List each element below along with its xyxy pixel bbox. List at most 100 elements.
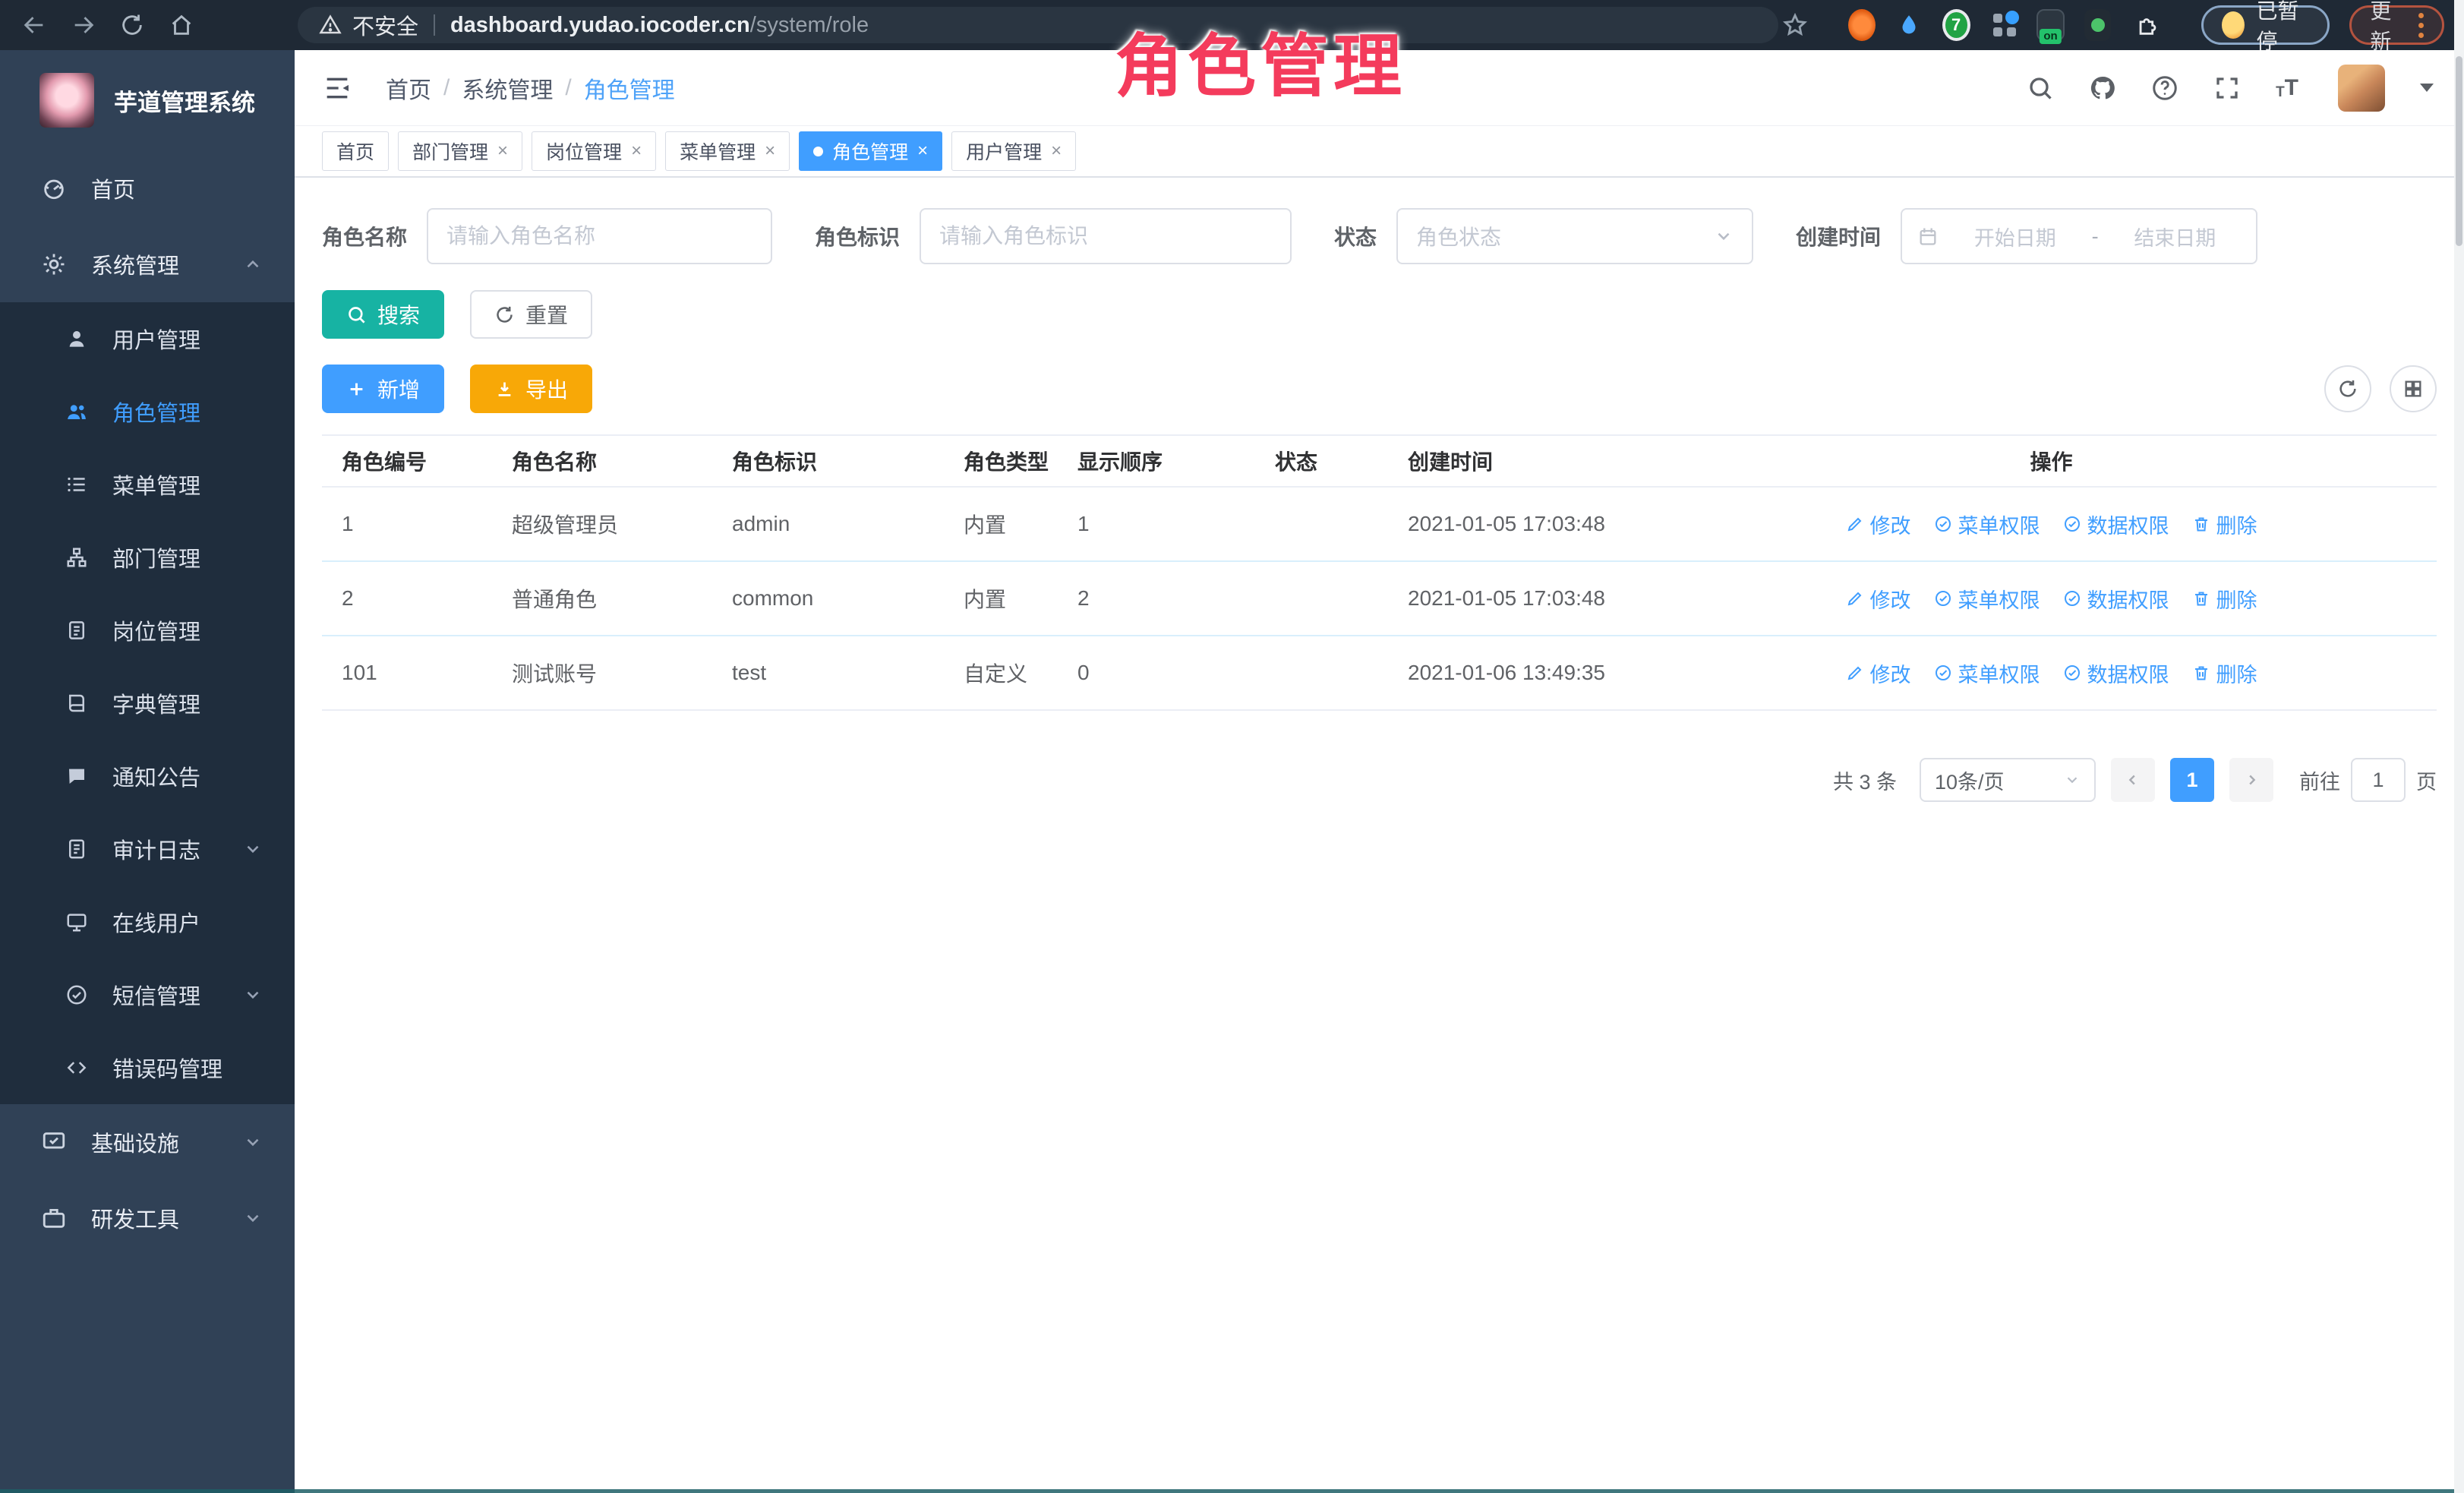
page-number-1[interactable]: 1 <box>2170 758 2214 802</box>
role-name-input[interactable] <box>427 208 772 264</box>
edit-action[interactable]: 修改 <box>1846 658 1911 688</box>
sidebar-item-sms-mgmt[interactable]: 短信管理 <box>0 958 295 1031</box>
goto-page-input[interactable] <box>2351 758 2406 802</box>
bottom-edge-strip <box>0 1489 2464 1493</box>
export-button[interactable]: 导出 <box>470 365 592 413</box>
url-path: /system/role <box>750 13 869 38</box>
goto-label: 前往 <box>2299 765 2340 795</box>
close-icon[interactable]: × <box>497 142 508 160</box>
sidebar-item-dict-mgmt[interactable]: 字典管理 <box>0 667 295 740</box>
menu-permission-action[interactable]: 菜单权限 <box>1934 510 2040 539</box>
tab-label: 部门管理 <box>412 137 488 165</box>
close-icon[interactable]: × <box>765 142 775 160</box>
end-date-placeholder[interactable]: 结束日期 <box>2109 222 2242 251</box>
sidebar-item-post-mgmt[interactable]: 岗位管理 <box>0 594 295 667</box>
reset-button[interactable]: 重置 <box>470 290 592 339</box>
sidebar-item-infra[interactable]: 基础设施 <box>0 1104 295 1180</box>
cell-sort: 0 <box>1077 661 1275 685</box>
sidebar-item-notice[interactable]: 通知公告 <box>0 740 295 813</box>
tab-user[interactable]: 用户管理× <box>951 131 1076 171</box>
sidebar-item-label: 字典管理 <box>112 687 200 719</box>
app-logo-image <box>39 73 94 128</box>
tab-label: 岗位管理 <box>546 137 622 165</box>
extension-icon-on-badge[interactable]: on <box>2037 9 2064 41</box>
breadcrumb-home[interactable]: 首页 <box>386 71 431 105</box>
extension-icon-droplet[interactable] <box>1895 9 1923 41</box>
close-icon[interactable]: × <box>1051 142 1062 160</box>
fullscreen-icon[interactable] <box>2213 74 2241 102</box>
extensions-puzzle-icon[interactable] <box>2131 5 2164 45</box>
data-permission-action[interactable]: 数据权限 <box>2063 510 2169 539</box>
app-logo-row[interactable]: 芋道管理系统 <box>0 50 295 150</box>
tab-post[interactable]: 岗位管理 × <box>532 131 656 171</box>
bookmark-star-icon[interactable] <box>1778 5 1812 45</box>
status-select[interactable]: 角色状态 <box>1396 208 1753 264</box>
search-button[interactable]: 搜索 <box>322 290 444 339</box>
column-header: 创建时间 <box>1408 446 1666 476</box>
user-avatar[interactable] <box>2338 65 2385 112</box>
plus-icon <box>346 379 367 399</box>
page-size-select[interactable]: 10条/页 <box>1920 758 2096 802</box>
next-page-button[interactable] <box>2229 758 2273 802</box>
help-icon[interactable] <box>2151 74 2178 102</box>
search-icon[interactable] <box>2027 74 2054 102</box>
refresh-table-button[interactable] <box>2324 365 2371 412</box>
hamburger-icon[interactable] <box>322 73 352 103</box>
chevron-down-icon <box>243 985 263 1005</box>
sidebar-item-dept-mgmt[interactable]: 部门管理 <box>0 521 295 594</box>
sidebar-item-home[interactable]: 首页 <box>0 150 295 226</box>
page-scrollbar[interactable] <box>2454 0 2464 1493</box>
browser-reload-icon[interactable] <box>116 5 148 45</box>
tab-dept[interactable]: 部门管理 × <box>398 131 522 171</box>
extension-icon-grid[interactable] <box>1990 9 2018 41</box>
profile-paused-pill[interactable]: 已暂停 <box>2201 5 2330 45</box>
avatar-caret-icon[interactable] <box>2420 84 2434 92</box>
address-bar[interactable]: 不安全 dashboard.yudao.iocoder.cn /system/r… <box>298 7 1778 43</box>
sidebar-item-system[interactable]: 系统管理 <box>0 226 295 302</box>
trash-icon <box>2192 664 2210 682</box>
sidebar-item-online-users[interactable]: 在线用户 <box>0 885 295 958</box>
sidebar-item-error-code[interactable]: 错误码管理 <box>0 1031 295 1104</box>
browser-back-icon[interactable] <box>18 5 50 45</box>
close-icon[interactable]: × <box>631 142 642 160</box>
sidebar-item-dev-tools[interactable]: 研发工具 <box>0 1180 295 1256</box>
chrome-update-button[interactable]: 更新 <box>2349 5 2444 45</box>
sidebar-item-role-mgmt[interactable]: 角色管理 <box>0 375 295 448</box>
column-header: 角色编号 <box>322 446 512 476</box>
delete-action[interactable]: 删除 <box>2192 658 2257 688</box>
browser-menu-kebab-icon[interactable] <box>2418 13 2424 38</box>
sidebar-item-user-mgmt[interactable]: 用户管理 <box>0 302 295 375</box>
close-icon[interactable]: × <box>917 142 928 160</box>
font-size-icon[interactable]: TT <box>2276 75 2298 101</box>
breadcrumb-system[interactable]: 系统管理 <box>462 71 553 105</box>
scrollbar-thumb[interactable] <box>2456 56 2462 246</box>
role-name-label: 角色名称 <box>322 221 407 251</box>
start-date-placeholder[interactable]: 开始日期 <box>1949 222 2081 251</box>
menu-permission-action[interactable]: 菜单权限 <box>1934 584 2040 614</box>
github-icon[interactable] <box>2089 74 2116 102</box>
data-permission-action[interactable]: 数据权限 <box>2063 584 2169 614</box>
tab-home[interactable]: 首页 <box>322 131 389 171</box>
edit-action[interactable]: 修改 <box>1846 584 1911 614</box>
pagination: 共 3 条 10条/页 1 前往 <box>322 758 2437 802</box>
column-settings-button[interactable] <box>2390 365 2437 412</box>
data-permission-action[interactable]: 数据权限 <box>2063 658 2169 688</box>
add-button[interactable]: 新增 <box>322 365 444 413</box>
sidebar-item-audit-log[interactable]: 审计日志 <box>0 813 295 885</box>
edit-action[interactable]: 修改 <box>1846 510 1911 539</box>
browser-forward-icon[interactable] <box>67 5 99 45</box>
tab-role[interactable]: 角色管理× <box>799 131 942 171</box>
delete-action[interactable]: 删除 <box>2192 510 2257 539</box>
extension-icon-seven[interactable]: 7 <box>1942 9 1970 41</box>
sidebar-item-menu-mgmt[interactable]: 菜单管理 <box>0 448 295 521</box>
extension-icon-orange[interactable] <box>1848 9 1876 41</box>
role-key-input[interactable] <box>920 208 1292 264</box>
breadcrumb: 首页 / 系统管理 / 角色管理 <box>386 71 675 105</box>
prev-page-button[interactable] <box>2111 758 2155 802</box>
menu-permission-action[interactable]: 菜单权限 <box>1934 658 2040 688</box>
browser-home-icon[interactable] <box>165 5 197 45</box>
date-range-picker[interactable]: 开始日期 - 结束日期 <box>1901 208 2257 264</box>
tab-menu[interactable]: 菜单管理× <box>665 131 790 171</box>
extension-icon-sprout[interactable] <box>2084 9 2112 41</box>
delete-action[interactable]: 删除 <box>2192 584 2257 614</box>
